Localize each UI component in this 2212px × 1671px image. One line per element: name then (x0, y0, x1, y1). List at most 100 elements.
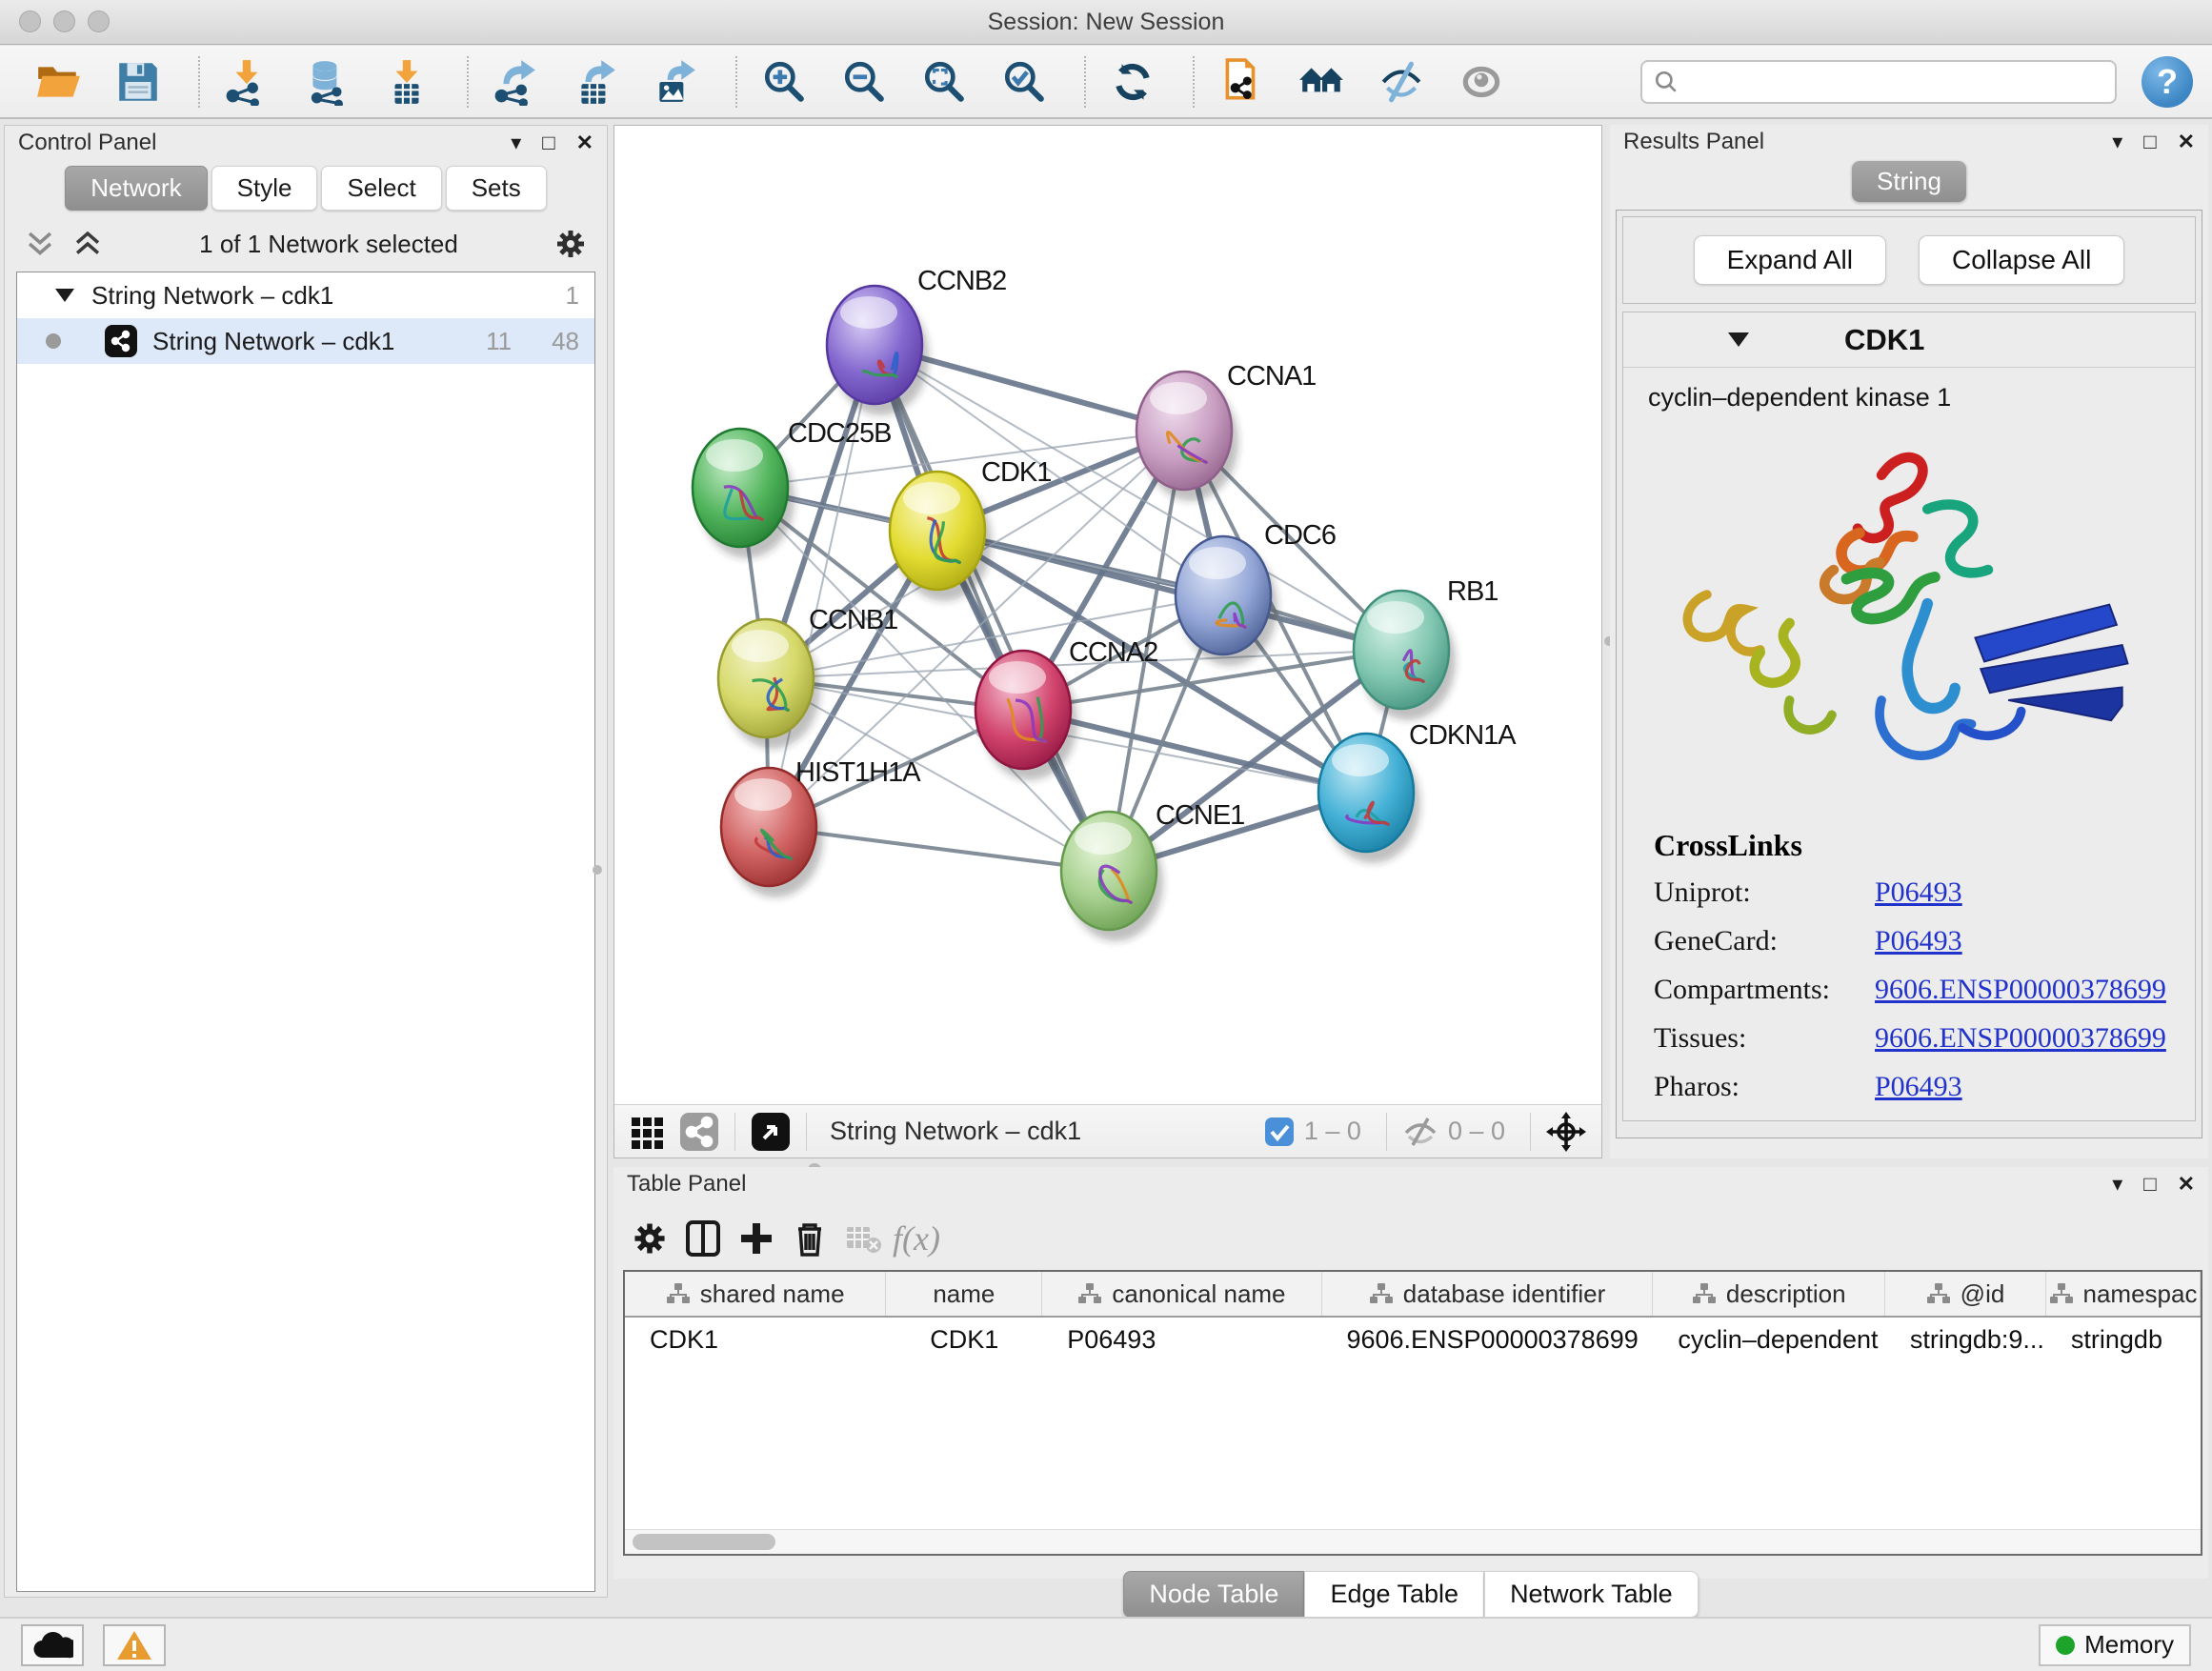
crosslink-link[interactable]: 9606.ENSP00000378699 (1875, 1022, 2166, 1055)
panel-float-icon[interactable]: □ (2143, 1174, 2156, 1195)
window-minimize-button[interactable] (53, 10, 75, 32)
table-settings-gear-icon[interactable] (623, 1212, 676, 1265)
collection-expander-icon[interactable] (55, 289, 74, 302)
collapse-all-icon[interactable] (24, 230, 56, 258)
refresh-icon[interactable] (1103, 52, 1162, 111)
table-row[interactable]: CDK1CDK1P064939606.ENSP00000378699cyclin… (625, 1318, 2201, 1361)
tab-style[interactable]: Style (211, 166, 318, 211)
import-database-icon[interactable] (297, 52, 356, 111)
node-ccne1[interactable]: CCNE1 (1061, 800, 1244, 941)
node-ccnb1[interactable]: CCNB1 (718, 605, 897, 749)
cell-description[interactable]: cyclin–dependent ... (1653, 1318, 1885, 1361)
panel-close-icon[interactable]: ✕ (576, 132, 593, 153)
panel-float-icon[interactable]: □ (542, 132, 554, 153)
open-folder-icon[interactable] (29, 52, 88, 111)
crosslink-link[interactable]: P06493 (1875, 1071, 1962, 1103)
network-collection-row[interactable]: String Network – cdk1 1 (17, 272, 594, 318)
search-input[interactable] (1686, 69, 2096, 95)
crosslink-link[interactable]: 9606.ENSP00000378699 (1875, 974, 2166, 1006)
node-ccna1[interactable]: CCNA1 (1136, 361, 1316, 501)
pan-crosshair-icon[interactable] (1546, 1112, 1586, 1152)
node-cdc25b[interactable]: CDC25B (693, 418, 891, 558)
panel-close-icon[interactable]: ✕ (2178, 1174, 2195, 1195)
show-graphics-eye-icon[interactable] (1452, 52, 1511, 111)
tab-select[interactable]: Select (321, 166, 441, 211)
splitter-handle[interactable] (593, 865, 602, 875)
crosslink-link[interactable]: P06493 (1875, 925, 1962, 957)
tab-network-table[interactable]: Network Table (1484, 1571, 1699, 1618)
share-network-icon[interactable] (679, 1112, 719, 1152)
column-header-shared-name[interactable]: shared name (625, 1272, 886, 1316)
scrollbar-thumb[interactable] (633, 1534, 775, 1550)
add-column-icon[interactable] (730, 1212, 783, 1265)
panel-float-icon[interactable]: □ (2143, 131, 2156, 152)
import-table-icon[interactable] (377, 52, 436, 111)
tab-network[interactable]: Network (65, 166, 207, 211)
column-header-canonical-name[interactable]: canonical name (1042, 1272, 1321, 1316)
node-cdc6[interactable]: CDC6 (1176, 520, 1336, 666)
panel-close-icon[interactable]: ✕ (2178, 131, 2195, 152)
node-hist1h1a[interactable]: HIST1H1A (721, 757, 921, 897)
node-ccnb2[interactable]: CCNB2 (827, 266, 1006, 415)
tab-string[interactable]: String (1852, 161, 1966, 202)
delete-column-trash-icon[interactable] (783, 1212, 836, 1265)
panel-menu-icon[interactable]: ▾ (2112, 1174, 2122, 1195)
hide-unhide-icon[interactable] (1372, 52, 1431, 111)
cloud-icon[interactable] (21, 1624, 84, 1666)
zoom-fit-icon[interactable] (915, 52, 974, 111)
column-header-description[interactable]: description (1653, 1272, 1885, 1316)
cell-@id[interactable]: stringdb:9... (1885, 1318, 2046, 1361)
homes-icon[interactable] (1292, 52, 1351, 111)
warning-icon[interactable] (103, 1624, 166, 1666)
tab-node-table[interactable]: Node Table (1123, 1571, 1304, 1618)
column-header-@id[interactable]: @id (1885, 1272, 2046, 1316)
column-header-namespac[interactable]: namespac (2046, 1272, 2201, 1316)
column-header-name[interactable]: name (886, 1272, 1042, 1316)
help-icon[interactable]: ? (2142, 56, 2193, 108)
search-field[interactable] (1640, 60, 2117, 104)
expand-all-icon[interactable] (71, 230, 104, 258)
edge-CCNB2-CCNE1[interactable] (875, 345, 1109, 871)
edge-CCNB2-HIST1H1A[interactable] (769, 345, 875, 827)
show-columns-icon[interactable] (676, 1212, 730, 1265)
panel-menu-icon[interactable]: ▾ (511, 132, 521, 153)
selected-checkbox-icon[interactable] (1264, 1117, 1295, 1147)
cell-namespac[interactable]: stringdb (2046, 1318, 2201, 1361)
zoom-out-icon[interactable] (835, 52, 894, 111)
stringify-document-icon[interactable] (1212, 52, 1271, 111)
network-row[interactable]: String Network – cdk1 11 48 (17, 318, 594, 364)
cell-canonical-name[interactable]: P06493 (1042, 1318, 1321, 1361)
export-table-icon[interactable] (566, 52, 625, 111)
cell-database-identifier[interactable]: 9606.ENSP00000378699 (1321, 1318, 1653, 1361)
import-network-icon[interactable] (217, 52, 276, 111)
hidden-eye-icon[interactable] (1402, 1116, 1438, 1148)
gene-expander-icon[interactable] (1728, 332, 1749, 347)
cell-name[interactable]: CDK1 (886, 1318, 1042, 1361)
node-rb1[interactable]: RB1 (1354, 576, 1498, 720)
network-view[interactable]: CCNB2CCNA1CDC25BCDK1CDC6RB1CCNB1CCNA2CDK… (613, 125, 1602, 1158)
column-header-database-identifier[interactable]: database identifier (1322, 1272, 1654, 1316)
tab-edge-table[interactable]: Edge Table (1304, 1571, 1484, 1618)
memory-button[interactable]: Memory (2039, 1624, 2191, 1666)
window-zoom-button[interactable] (88, 10, 110, 32)
expand-all-button[interactable]: Expand All (1694, 235, 1886, 285)
gene-card-header[interactable]: CDK1 (1623, 312, 2195, 368)
tab-sets[interactable]: Sets (446, 166, 547, 211)
node-cdkn1a[interactable]: CDKN1A (1318, 720, 1517, 863)
zoom-in-icon[interactable] (754, 52, 814, 111)
gear-icon[interactable] (553, 227, 588, 261)
window-close-button[interactable] (19, 10, 41, 32)
export-network-icon[interactable] (486, 52, 545, 111)
grid-view-icon[interactable] (630, 1114, 666, 1150)
save-icon[interactable] (109, 52, 168, 111)
zoom-selected-icon[interactable] (995, 52, 1054, 111)
export-image-icon[interactable] (646, 52, 705, 111)
birdseye-toggle-icon[interactable] (751, 1112, 791, 1152)
node-ccna2[interactable]: CCNA2 (975, 637, 1157, 780)
collapse-all-button[interactable]: Collapse All (1919, 235, 2124, 285)
cell-shared-name[interactable]: CDK1 (625, 1318, 886, 1361)
crosslink-link[interactable]: P06493 (1875, 876, 1962, 909)
horizontal-scrollbar[interactable] (625, 1529, 2201, 1554)
panel-menu-icon[interactable]: ▾ (2112, 131, 2122, 152)
network-canvas[interactable]: CCNB2CCNA1CDC25BCDK1CDC6RB1CCNB1CCNA2CDK… (614, 126, 1601, 1105)
